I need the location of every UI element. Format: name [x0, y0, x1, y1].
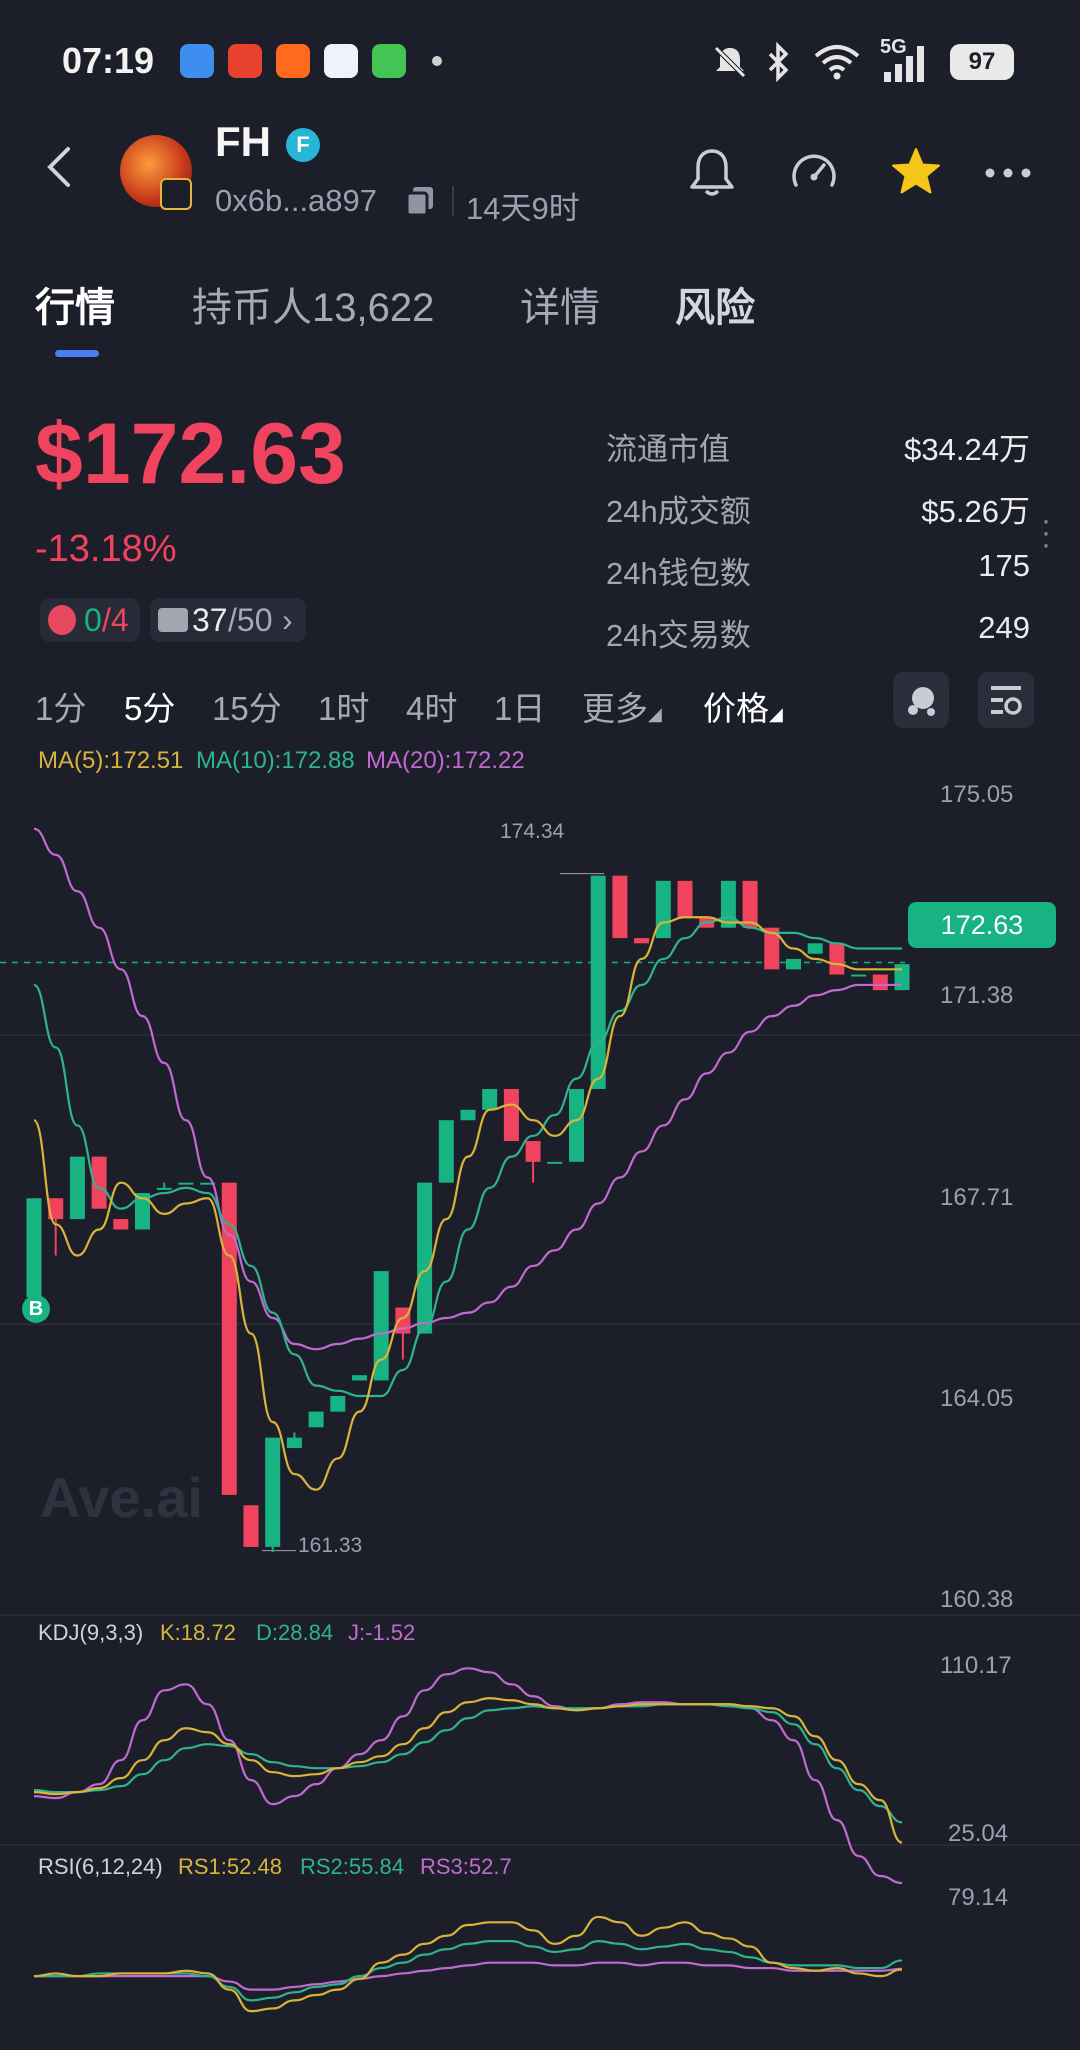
candle-body [308, 1411, 324, 1428]
kdj-k-value: K:18.72 [160, 1620, 236, 1645]
candle-body [720, 880, 736, 928]
candle-body [634, 938, 650, 944]
candle-body [655, 880, 671, 939]
rsi-rs2-value: RS2:55.84 [300, 1854, 404, 1879]
last-price-tag: 172.63 [908, 902, 1056, 948]
candle-body [612, 875, 628, 939]
candle-body [178, 1182, 194, 1185]
rsi-rs3-line [33, 1961, 903, 1991]
y-tick-label: 171.38 [940, 982, 1014, 1009]
candle-body [243, 1505, 259, 1547]
rsi-rs1-line [33, 1915, 903, 2013]
rsi-rs1-value: RS1:52.48 [178, 1854, 282, 1879]
candle-body [156, 1187, 172, 1190]
candle-body [460, 1109, 476, 1121]
candle-body [677, 880, 693, 918]
y-tick-label: 175.05 [940, 781, 1014, 808]
kdj-j-line [33, 1667, 903, 1885]
candle-body [438, 1120, 454, 1183]
candle-body [69, 1156, 85, 1220]
price-chart[interactable] [0, 0, 1080, 2050]
candle-body [265, 1437, 281, 1547]
kdj-d-line [33, 1703, 903, 1824]
candle-body [569, 1089, 584, 1162]
candle-body [482, 1089, 498, 1110]
candle-body [786, 958, 801, 970]
kdj-title: KDJ(9,3,3) [38, 1620, 144, 1645]
high-price-label: 174.34 [500, 820, 565, 843]
candle-body [26, 1198, 42, 1298]
candle-body [590, 875, 606, 1090]
rsi-title: RSI(6,12,24) [38, 1854, 163, 1879]
rsi-rs2-line [33, 1940, 903, 2002]
candle-body [503, 1089, 519, 1142]
candle-body [417, 1182, 433, 1334]
ma20-line [33, 827, 902, 1351]
candle-body [286, 1437, 302, 1449]
candle-body [742, 880, 758, 928]
kdj-d-value: D:28.84 [256, 1620, 334, 1645]
y-tick-label: 160.38 [940, 1586, 1014, 1613]
candle-body [807, 943, 823, 954]
y-tick-label: 167.71 [940, 1184, 1014, 1211]
watermark-logo: Ave.ai [40, 1466, 203, 1529]
candle-body [352, 1375, 367, 1381]
candle-body [330, 1396, 346, 1412]
kdj-y-tick: 25.04 [948, 1820, 1009, 1847]
candle-body [872, 974, 888, 991]
candle-body [829, 943, 845, 975]
candle-body [894, 964, 910, 991]
y-tick-label: 164.05 [940, 1385, 1014, 1412]
candle-body [113, 1219, 129, 1230]
candle-body [851, 974, 867, 977]
buy-marker[interactable]: B [22, 1295, 50, 1323]
low-price-label: 161.33 [298, 1534, 363, 1557]
rsi-rs3-value: RS3:52.7 [420, 1854, 512, 1879]
candle-body [525, 1141, 541, 1162]
ma5-line [32, 916, 902, 1491]
kdj-y-tick: 110.17 [940, 1652, 1012, 1679]
rsi-y-tick: 79.14 [948, 1884, 1009, 1911]
kdj-j-value: J:-1.52 [348, 1620, 416, 1645]
candle-body [547, 1161, 563, 1164]
